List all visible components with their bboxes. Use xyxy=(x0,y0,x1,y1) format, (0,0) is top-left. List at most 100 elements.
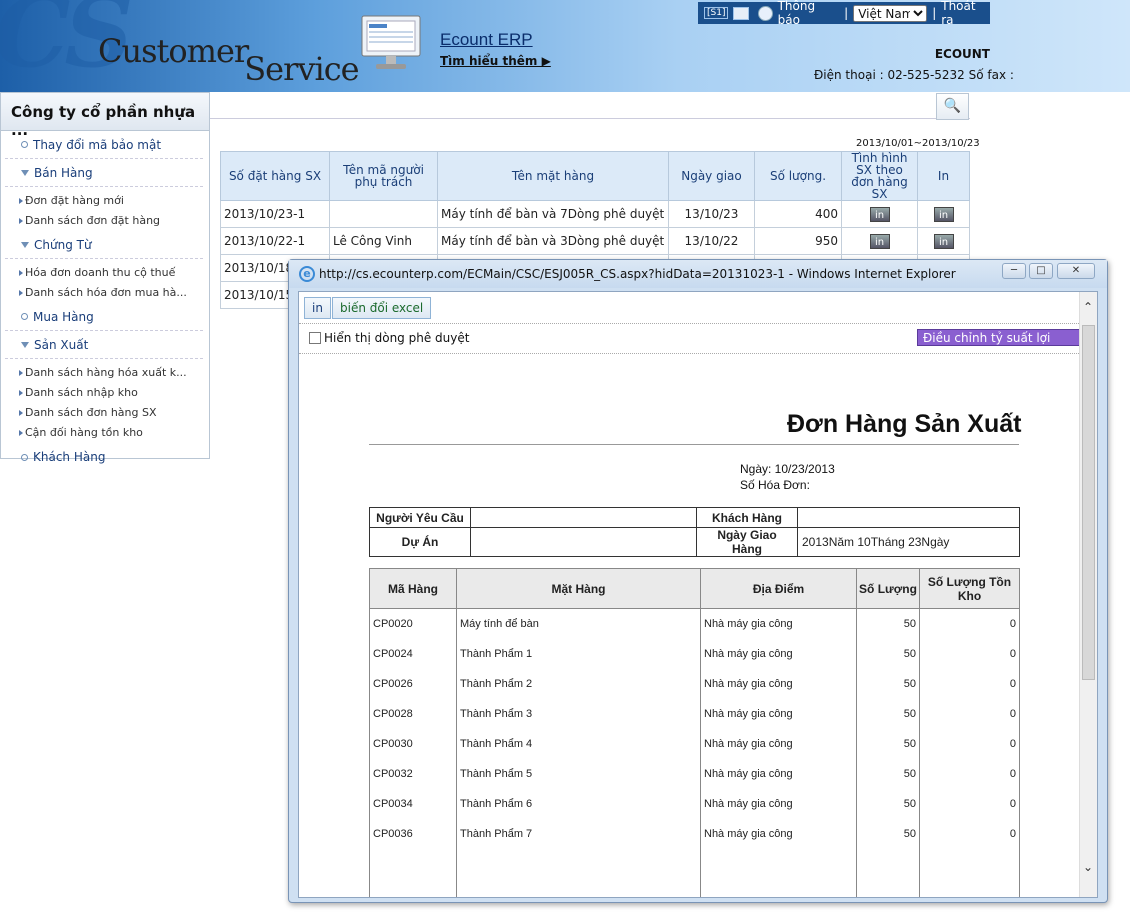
scroll-thumb[interactable] xyxy=(1082,325,1095,680)
item-name: Thành Phẩm 7 xyxy=(456,818,701,849)
item-name: Thành Phẩm 3 xyxy=(456,698,701,729)
print-cell: in xyxy=(917,200,970,228)
requester-label: Người Yêu Cầu xyxy=(369,507,471,528)
show-approval-lines[interactable]: Hiển thị dòng phê duyệt xyxy=(309,331,469,345)
search-button[interactable]: 🔍 xyxy=(936,93,969,120)
sidebar-section-production[interactable]: Sản Xuất xyxy=(5,331,203,359)
item-stock: 0 xyxy=(919,788,1020,819)
logout-link[interactable]: Thoát ra xyxy=(941,0,990,27)
table-row: CP0030 Thành Phẩm 4 Nhà máy gia công 50 0 xyxy=(369,728,1020,759)
item-code: CP0030 xyxy=(369,728,457,759)
sidebar-label: Mua Hàng xyxy=(33,309,94,324)
sidebar-item-new-order[interactable]: Đơn đặt hàng mới xyxy=(1,191,209,211)
table-row[interactable]: 2013/10/22-1 Lê Công Vinh Máy tính để bà… xyxy=(220,227,970,255)
sidebar-section-vouchers[interactable]: Chứng Từ xyxy=(5,231,203,259)
close-button[interactable]: ✕ xyxy=(1057,263,1095,279)
learn-more-link[interactable]: Tìm hiểu thêm ▶ xyxy=(440,54,551,68)
quantity: 400 xyxy=(754,200,842,228)
item-stock: 0 xyxy=(919,758,1020,789)
empty-cell xyxy=(456,848,701,897)
item-qty: 50 xyxy=(856,758,920,789)
sidebar-item-production-orders[interactable]: Danh sách đơn hàng SX xyxy=(1,403,209,423)
column-header[interactable]: In xyxy=(917,151,970,201)
sidebar-item-inventory-balance[interactable]: Cận đối hàng tồn kho xyxy=(1,423,209,443)
item-stock: 0 xyxy=(919,698,1020,729)
item-name: Thành Phẩm 1 xyxy=(456,638,701,669)
table-row: CP0032 Thành Phẩm 5 Nhà máy gia công 50 0 xyxy=(369,758,1020,789)
item-code: CP0028 xyxy=(369,698,457,729)
item-qty: 50 xyxy=(856,638,920,669)
table-row[interactable]: 2013/10/23-1 Máy tính để bàn và 7Dòng ph… xyxy=(220,200,970,228)
popup-content: in biến đổi excel Hiển thị dòng phê duyệ… xyxy=(298,291,1098,898)
minimize-button[interactable]: ─ xyxy=(1002,263,1026,279)
project-label: Dự Án xyxy=(369,527,471,557)
company-code: ECOUNT xyxy=(934,47,990,61)
item-qty: 50 xyxy=(856,788,920,819)
language-select[interactable]: Việt Nam xyxy=(853,4,928,22)
sidebar-item-goods-issue[interactable]: Danh sách hàng hóa xuất k... xyxy=(1,363,209,383)
notification-icon[interactable] xyxy=(758,5,773,21)
checkbox-label: Hiển thị dòng phê duyệt xyxy=(324,331,470,345)
sidebar-title: Công ty cổ phần nhựa ... xyxy=(1,93,209,139)
notification-link[interactable]: Thông báo xyxy=(778,0,840,27)
item-name: Máy tính để bàn và 7Dòng phê duyệt xyxy=(437,200,669,228)
empty-cell xyxy=(856,848,920,897)
excel-export-button[interactable]: biến đổi excel xyxy=(332,297,432,319)
column-header[interactable]: Ngày giao xyxy=(668,151,755,201)
scroll-up-icon[interactable]: ⌃ xyxy=(1083,300,1093,314)
sidebar-item-purchase-invoices[interactable]: Danh sách hóa đơn mua hà... xyxy=(1,283,209,303)
approval-lines-checkbox[interactable] xyxy=(309,332,321,344)
column-header: Mặt Hàng xyxy=(456,568,701,609)
item-code: CP0026 xyxy=(369,668,457,699)
items-table: Mã Hàng Mặt Hàng Địa Điểm Số Lượng Số Lư… xyxy=(369,568,1020,897)
contact-phone: Điện thoại : 02-525-5232 Số fax : xyxy=(814,68,1014,82)
table-row: CP0034 Thành Phẩm 6 Nhà máy gia công 50 0 xyxy=(369,788,1020,819)
item-qty: 50 xyxy=(856,698,920,729)
sidebar-item-order-list[interactable]: Danh sách đơn đặt hàng xyxy=(1,211,209,231)
item-stock: 0 xyxy=(919,638,1020,669)
order-number[interactable]: 2013/10/23-1 xyxy=(220,200,330,228)
sidebar-section-customer[interactable]: Khách Hàng xyxy=(5,443,203,471)
table-header-row: Mã Hàng Mặt Hàng Địa Điểm Số Lượng Số Lư… xyxy=(369,568,1020,609)
item-place: Nhà máy gia công xyxy=(700,698,857,729)
print-button[interactable]: in xyxy=(933,206,954,222)
popup-titlebar[interactable]: e http://cs.ecounterp.com/ECMain/CSC/ESJ… xyxy=(289,260,1107,288)
print-button[interactable]: in xyxy=(304,297,331,319)
invoice-number: Số Hóa Đơn: xyxy=(740,478,810,492)
sidebar-item-security[interactable]: Thay đổi mã bảo mật xyxy=(5,131,203,159)
table-header-row: Số đặt hàng SX Tên mã người phụ trách Tê… xyxy=(220,151,970,201)
order-number[interactable]: 2013/10/22-1 xyxy=(220,227,330,255)
scroll-down-icon[interactable]: ⌄ xyxy=(1083,860,1093,874)
logo-wordmark[interactable]: CustomerService xyxy=(98,32,363,88)
maximize-button[interactable]: □ xyxy=(1029,263,1053,279)
table-row: CP0028 Thành Phẩm 3 Nhà máy gia công 50 0 xyxy=(369,698,1020,729)
top-utility-bar: [S1] Thông báo | Việt Nam | Thoát ra xyxy=(698,0,990,27)
column-header[interactable]: Số đặt hàng SX xyxy=(220,151,330,201)
document-date: Ngày: 10/23/2013 xyxy=(740,462,835,476)
item-place: Nhà máy gia công xyxy=(700,758,857,789)
sidebar-item-sales-invoice[interactable]: Hóa đơn doanh thu cộ thuế xyxy=(1,263,209,283)
column-header: Số Lượng xyxy=(856,568,920,609)
column-header[interactable]: Tên mã người phụ trách xyxy=(329,151,438,201)
column-header[interactable]: Tình hình SX theo đơn hàng SX xyxy=(841,151,918,201)
item-qty: 50 xyxy=(856,728,920,759)
sidebar-section-purchase[interactable]: Mua Hàng xyxy=(5,303,203,331)
sidebar-section-sales[interactable]: Bán Hàng xyxy=(5,159,203,187)
popup-scrollbar[interactable]: ⌃ ⌄ xyxy=(1079,292,1097,897)
status-button[interactable]: in xyxy=(869,233,890,249)
item-code: CP0036 xyxy=(369,818,457,849)
erp-title-link[interactable]: Ecount ERP xyxy=(440,30,533,50)
divider xyxy=(299,323,1081,324)
print-button[interactable]: in xyxy=(933,233,954,249)
person-name: Lê Công Vinh xyxy=(329,227,438,255)
sidebar-item-goods-receipt[interactable]: Danh sách nhập kho xyxy=(1,383,209,403)
column-header[interactable]: Tên mặt hàng xyxy=(437,151,669,201)
status-button[interactable]: in xyxy=(869,206,890,222)
column-header[interactable]: Số lượng. xyxy=(754,151,842,201)
monitor-icon[interactable] xyxy=(358,14,424,72)
requester-value xyxy=(470,507,697,528)
window-icon[interactable] xyxy=(733,6,750,20)
sidebar-label: Sản Xuất xyxy=(34,337,89,352)
adjust-margin-button[interactable]: Điều chỉnh tỷ suất lợi nhuận xyxy=(917,329,1097,361)
expand-icon xyxy=(21,169,29,176)
